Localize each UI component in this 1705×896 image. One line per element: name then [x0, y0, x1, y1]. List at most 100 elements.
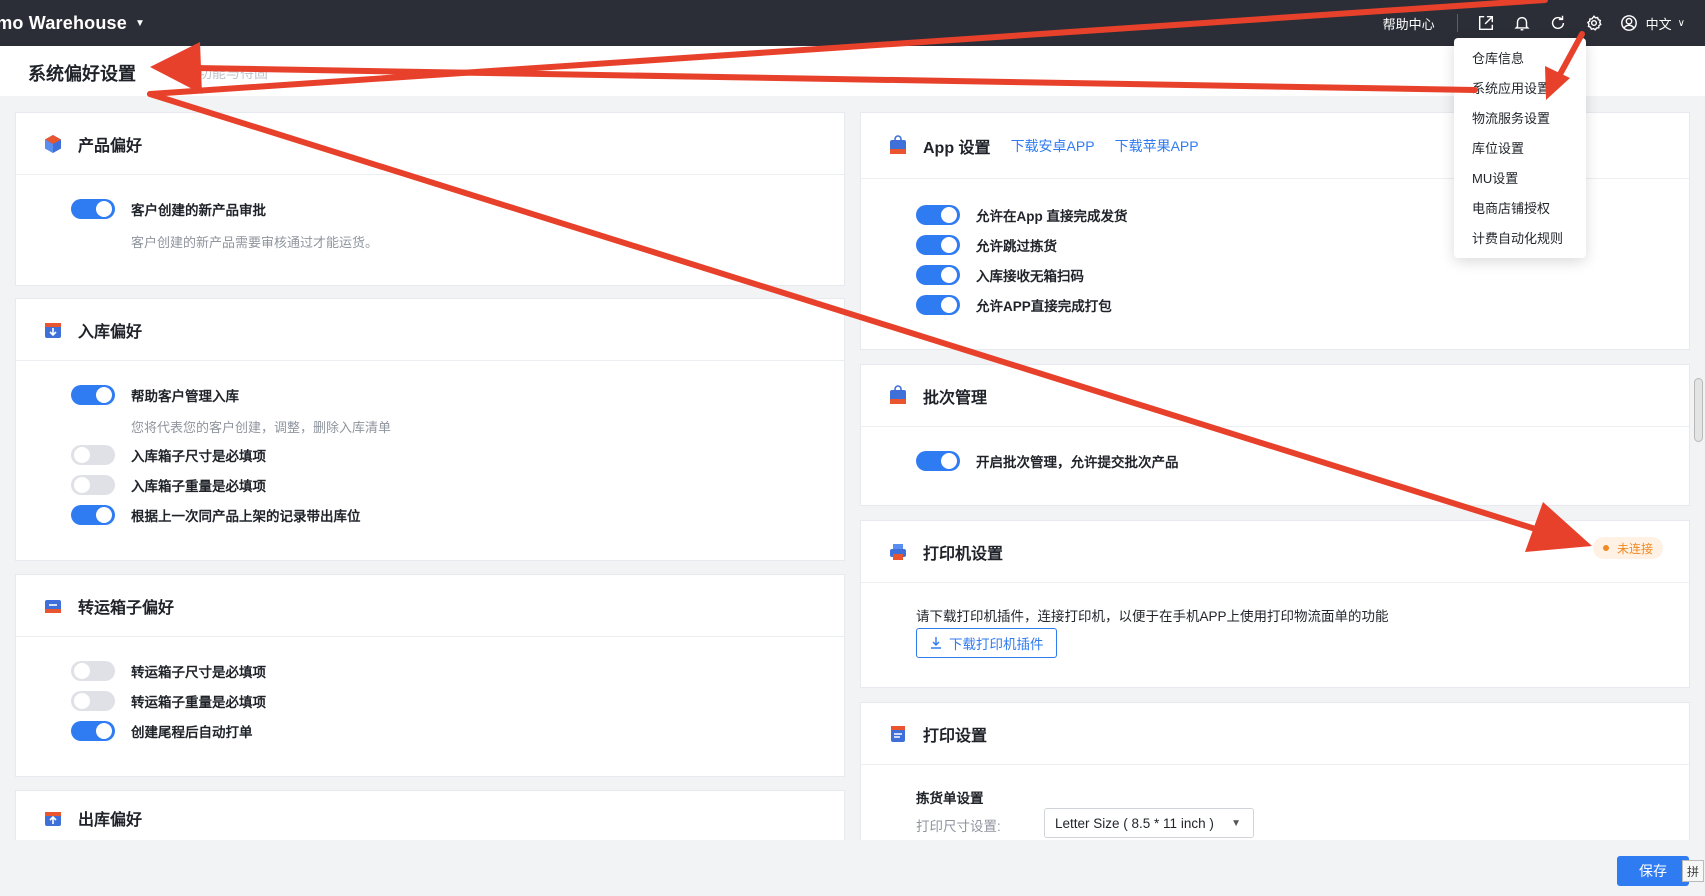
card-title: 入库偏好	[78, 323, 143, 341]
toggle-label: 转运箱子尺寸是必填项	[131, 665, 266, 680]
language-label: 中文	[1645, 16, 1672, 32]
inbound-row: 根据上一次同产品上架的记录带出库位	[71, 505, 361, 525]
refresh-icon[interactable]	[1548, 13, 1568, 33]
product-approval-toggle[interactable]	[71, 199, 115, 219]
transfer-row: 转运箱子尺寸是必填项	[71, 661, 266, 681]
transfer-pref-card: 转运箱子偏好 转运箱子尺寸是必填项 转运箱子重量是必填项 创建尾程后自动打单	[15, 574, 845, 777]
menu-item-logistics-settings[interactable]: 物流服务设置	[1472, 108, 1550, 127]
menu-item-warehouse-info[interactable]: 仓库信息	[1472, 48, 1524, 67]
scrollbar-thumb[interactable]	[1694, 378, 1703, 442]
manage-inbound-toggle[interactable]	[71, 385, 115, 405]
toggle-description: 客户创建的新产品需要审核通过才能运货。	[131, 235, 379, 250]
toggle-label: 入库箱子尺寸是必填项	[131, 449, 266, 464]
app-bag-icon	[890, 134, 906, 154]
inbound-box-icon	[45, 322, 61, 338]
card-title: 批次管理	[923, 389, 988, 407]
printer-description: 请下载打印机插件，连接打印机，以便于在手机APP上使用打印物流面单的功能	[916, 609, 1389, 624]
menu-item-store-auth[interactable]: 电商店铺授权	[1472, 198, 1550, 217]
chevron-down-icon: ∨	[1677, 17, 1685, 29]
menu-item-location-settings[interactable]: 库位设置	[1472, 138, 1524, 157]
printer-icon	[890, 543, 906, 560]
toggle-label: 允许在App 直接完成发货	[976, 209, 1128, 224]
printer-card: 打印机设置 未连接 请下载打印机插件，连接打印机，以便于在手机APP上使用打印物…	[860, 520, 1690, 688]
toggle-label: 转运箱子重量是必填项	[131, 695, 266, 710]
menu-item-billing-rules[interactable]: 计费自动化规则	[1472, 228, 1563, 247]
toggle-label: 入库箱子重量是必填项	[131, 479, 266, 494]
status-text: 未连接	[1616, 541, 1653, 556]
toggle-label: 帮助客户管理入库	[131, 389, 239, 404]
button-label: 下载打印机插件	[949, 637, 1044, 652]
batch-bag-icon	[890, 384, 906, 404]
toggle-description: 您将代表您的客户创建，调整，删除入库清单	[131, 420, 392, 435]
app-row: 允许APP直接完成打包	[916, 295, 1112, 315]
status-badge: 未连接	[1592, 537, 1663, 559]
print-size-label: 打印尺寸设置:	[916, 819, 1001, 834]
export-icon[interactable]	[1476, 13, 1496, 33]
page-tab[interactable]: 功能与待固	[198, 63, 268, 83]
download-ios-link[interactable]: 下载苹果APP	[1115, 136, 1199, 156]
inbound-row: 帮助客户管理入库	[71, 385, 239, 405]
picking-list-section-title: 拣货单设置	[916, 791, 984, 806]
user-menu[interactable]: 中文 ∨	[1620, 14, 1685, 33]
skip-picking-toggle[interactable]	[916, 235, 960, 255]
warehouse-name: emo Warehouse	[0, 12, 127, 33]
transfer-box-icon	[45, 599, 61, 613]
download-icon	[931, 637, 941, 649]
transfer-size-toggle[interactable]	[71, 661, 115, 681]
menu-item-mu-settings[interactable]: MU设置	[1472, 168, 1518, 187]
download-android-link[interactable]: 下载安卓APP	[1011, 136, 1095, 156]
settings-dropdown-menu: 仓库信息 系统应用设置 物流服务设置 库位设置 MU设置 电商店铺授权 计费自动…	[1454, 38, 1586, 258]
toggle-label: 允许APP直接完成打包	[976, 299, 1112, 314]
batch-toggle[interactable]	[916, 451, 960, 471]
print-size-select[interactable]: Letter Size ( 8.5 * 11 inch ) ▼	[1044, 808, 1254, 838]
print-settings-card: 打印设置 拣货单设置 打印尺寸设置: Letter Size ( 8.5 * 1…	[860, 702, 1690, 840]
card-title: 打印设置	[923, 727, 988, 745]
transfer-row: 转运箱子重量是必填项	[71, 691, 266, 711]
box-weight-required-toggle[interactable]	[71, 475, 115, 495]
save-button[interactable]: 保存	[1617, 856, 1689, 886]
auto-location-toggle[interactable]	[71, 505, 115, 525]
chevron-down-icon: ▼	[134, 17, 146, 29]
no-box-scan-toggle[interactable]	[916, 265, 960, 285]
toggle-label: 允许跳过拣货	[976, 239, 1057, 254]
app-row: 入库接收无箱扫码	[916, 265, 1084, 285]
menu-item-system-settings[interactable]: 系统应用设置	[1472, 78, 1550, 97]
app-ship-toggle[interactable]	[916, 205, 960, 225]
product-pref-card: 产品偏好 客户创建的新产品审批 客户创建的新产品需要审核通过才能运货。	[15, 112, 845, 286]
auto-print-toggle[interactable]	[71, 721, 115, 741]
inbound-row: 入库箱子尺寸是必填项	[71, 445, 266, 465]
toggle-label: 根据上一次同产品上架的记录带出库位	[131, 509, 361, 524]
outbound-pref-card: 出库偏好	[15, 790, 845, 840]
app-pack-toggle[interactable]	[916, 295, 960, 315]
card-title: 转运箱子偏好	[78, 599, 175, 617]
toggle-label: 创建尾程后自动打单	[131, 725, 253, 740]
gear-icon[interactable]	[1584, 13, 1604, 33]
batch-card: 批次管理 开启批次管理，允许提交批次产品	[860, 364, 1690, 506]
top-bar: emo Warehouse ▼ 帮助中心 中文 ∨	[0, 0, 1705, 46]
divider	[1456, 14, 1458, 32]
card-title: 产品偏好	[78, 137, 143, 155]
transfer-row: 创建尾程后自动打单	[71, 721, 253, 741]
card-title: 打印机设置	[923, 545, 1004, 563]
page-title: 系统偏好设置	[28, 64, 136, 84]
box-size-required-toggle[interactable]	[71, 445, 115, 465]
download-printer-plugin-button[interactable]: 下载打印机插件	[916, 628, 1057, 658]
cube-icon	[45, 134, 61, 153]
toggle-label: 客户创建的新产品审批	[131, 203, 266, 218]
batch-row: 开启批次管理，允许提交批次产品	[916, 451, 1179, 471]
selected-value: Letter Size ( 8.5 * 11 inch )	[1055, 815, 1214, 831]
app-row: 允许在App 直接完成发货	[916, 205, 1128, 225]
toggle-label: 开启批次管理，允许提交批次产品	[976, 455, 1179, 470]
transfer-weight-toggle[interactable]	[71, 691, 115, 711]
product-approval-row: 客户创建的新产品审批	[71, 199, 266, 219]
bell-icon[interactable]	[1512, 13, 1532, 33]
card-title: 出库偏好	[78, 812, 143, 829]
help-center-link[interactable]: 帮助中心	[1383, 14, 1435, 33]
warehouse-switcher[interactable]: emo Warehouse ▼	[0, 0, 145, 46]
app-row: 允许跳过拣货	[916, 235, 1057, 255]
inbound-pref-card: 入库偏好 帮助客户管理入库 您将代表您的客户创建，调整，删除入库清单 入库箱子尺…	[15, 298, 845, 561]
document-icon	[891, 725, 905, 742]
outbound-box-icon	[45, 812, 61, 826]
user-icon	[1620, 15, 1637, 31]
toggle-label: 入库接收无箱扫码	[976, 269, 1084, 284]
